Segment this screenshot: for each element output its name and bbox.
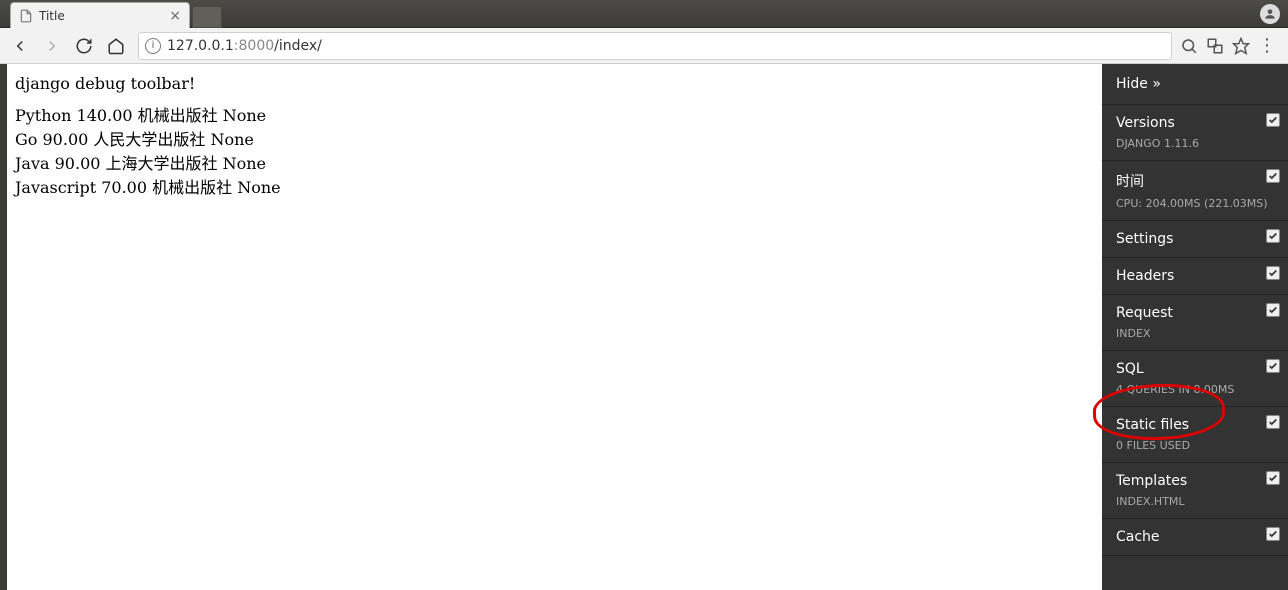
browser-toolbar: i 127.0.0.1:8000/index/ ⋮ [0, 28, 1288, 64]
panel-title: Request [1116, 305, 1276, 321]
toolbar-panel-时间[interactable]: 时间 CPU: 204.00MS (221.03MS) [1102, 161, 1288, 221]
url-path: /index/ [274, 38, 322, 54]
data-row: Javascript 70.00 机械出版社 None [15, 176, 1094, 200]
content-area: django debug toolbar! Python 140.00 机械出版… [0, 64, 1288, 590]
tab-title: Title [39, 9, 65, 23]
url-port: :8000 [234, 38, 274, 54]
panel-checkbox[interactable] [1266, 169, 1280, 183]
panel-subtitle: INDEX [1116, 327, 1276, 340]
toolbar-panel-request[interactable]: Request INDEX [1102, 295, 1288, 351]
window-header: Title × [0, 0, 1288, 28]
data-row: Java 90.00 上海大学出版社 None [15, 152, 1094, 176]
panel-checkbox[interactable] [1266, 415, 1280, 429]
data-row: Python 140.00 机械出版社 None [15, 104, 1094, 128]
toolbar-panel-settings[interactable]: Settings [1102, 221, 1288, 258]
panel-subtitle: 0 FILES USED [1116, 439, 1276, 452]
toolbar-right-icons: ⋮ [1180, 37, 1282, 55]
toolbar-panel-cache[interactable]: Cache [1102, 519, 1288, 556]
forward-button[interactable] [38, 32, 66, 60]
page-content: django debug toolbar! Python 140.00 机械出版… [7, 64, 1102, 590]
browser-tab[interactable]: Title × [10, 2, 190, 28]
close-tab-icon[interactable]: × [169, 8, 181, 24]
panel-checkbox[interactable] [1266, 359, 1280, 373]
panel-title: 时间 [1116, 171, 1276, 191]
panel-checkbox[interactable] [1266, 303, 1280, 317]
bookmark-star-icon[interactable] [1232, 37, 1250, 55]
translate-icon[interactable] [1206, 37, 1224, 55]
url-host: 127.0.0.1 [167, 38, 234, 54]
data-rows: Python 140.00 机械出版社 NoneGo 90.00 人民大学出版社… [15, 104, 1094, 200]
hide-label: Hide » [1116, 76, 1161, 92]
zoom-icon[interactable] [1180, 37, 1198, 55]
reload-button[interactable] [70, 32, 98, 60]
tab-row: Title × [10, 0, 222, 28]
panel-checkbox[interactable] [1266, 527, 1280, 541]
panel-checkbox[interactable] [1266, 229, 1280, 243]
panel-checkbox[interactable] [1266, 471, 1280, 485]
toolbar-panel-templates[interactable]: Templates INDEX.HTML [1102, 463, 1288, 519]
url-bar[interactable]: i 127.0.0.1:8000/index/ [138, 32, 1172, 60]
panel-title: Cache [1116, 529, 1276, 545]
data-row: Go 90.00 人民大学出版社 None [15, 128, 1094, 152]
panel-subtitle: CPU: 204.00MS (221.03MS) [1116, 197, 1276, 210]
panel-title: Headers [1116, 268, 1276, 284]
panel-title: Versions [1116, 115, 1276, 131]
toolbar-panel-sql[interactable]: SQL 4 QUERIES IN 8.00MS [1102, 351, 1288, 407]
panel-title: Templates [1116, 473, 1276, 489]
page-heading: django debug toolbar! [15, 72, 1094, 96]
panel-checkbox[interactable] [1266, 266, 1280, 280]
menu-dots-icon[interactable]: ⋮ [1258, 37, 1276, 55]
panel-subtitle: INDEX.HTML [1116, 495, 1276, 508]
panel-subtitle: 4 QUERIES IN 8.00MS [1116, 383, 1276, 396]
panel-checkbox[interactable] [1266, 113, 1280, 127]
new-tab-button[interactable] [192, 6, 222, 28]
site-info-icon[interactable]: i [145, 38, 161, 54]
toolbar-panel-static-files[interactable]: Static files 0 FILES USED [1102, 407, 1288, 463]
back-button[interactable] [6, 32, 34, 60]
home-button[interactable] [102, 32, 130, 60]
panel-title: Static files [1116, 417, 1276, 433]
toolbar-panel-headers[interactable]: Headers [1102, 258, 1288, 295]
window-left-edge [0, 64, 7, 590]
user-avatar-icon[interactable] [1260, 4, 1280, 24]
panel-subtitle: DJANGO 1.11.6 [1116, 137, 1276, 150]
panel-title: SQL [1116, 361, 1276, 377]
panel-title: Settings [1116, 231, 1276, 247]
document-icon [19, 9, 33, 23]
toolbar-panel-versions[interactable]: Versions DJANGO 1.11.6 [1102, 105, 1288, 161]
debug-toolbar: Hide » Versions DJANGO 1.11.6 时间 CPU: 204.0… [1102, 64, 1288, 590]
hide-toolbar-button[interactable]: Hide » [1102, 64, 1288, 105]
